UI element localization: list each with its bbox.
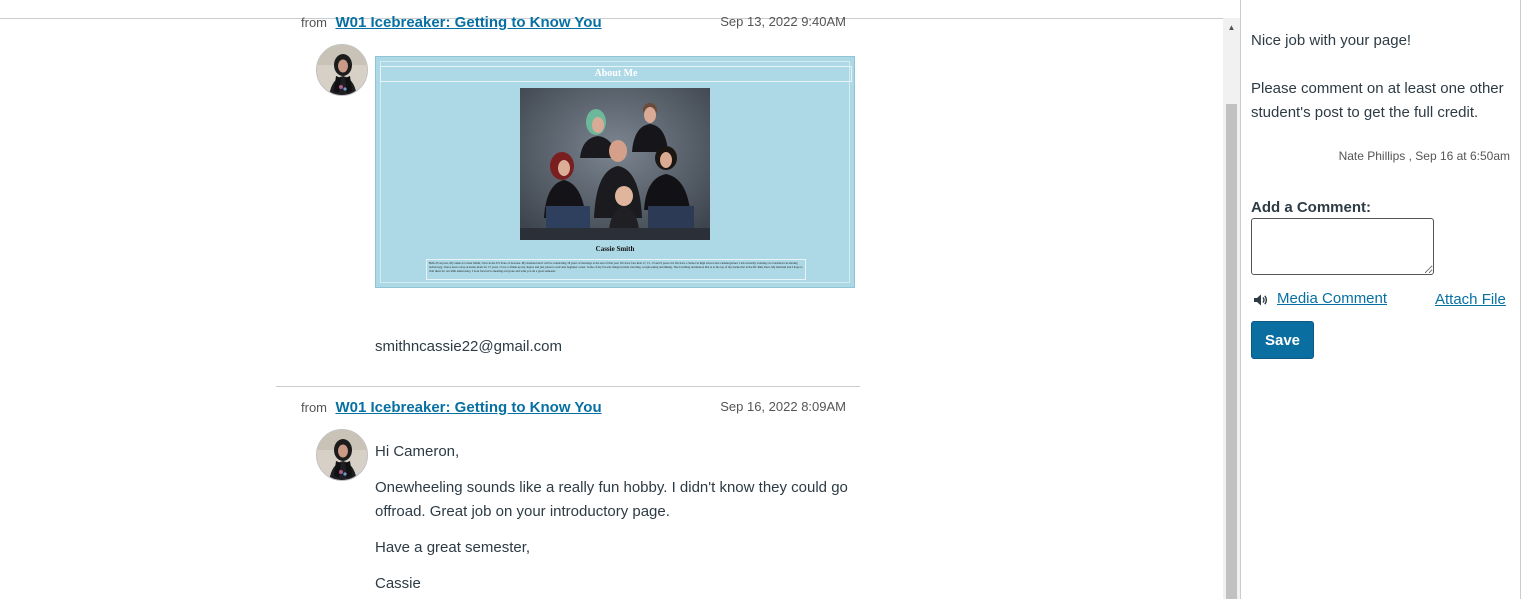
save-button[interactable]: Save (1251, 321, 1314, 359)
media-comment-link[interactable]: Media Comment (1277, 290, 1387, 307)
entry-date: Sep 16, 2022 8:09AM (720, 399, 846, 414)
scroll-up-arrow-icon[interactable]: ▲ (1226, 22, 1237, 34)
avatar[interactable] (316, 44, 368, 96)
add-comment-label: Add a Comment: (1251, 199, 1371, 216)
speaker-icon (1254, 294, 1268, 306)
topic-link[interactable]: W01 Icebreaker: Getting to Know You (335, 399, 601, 416)
about-card-bio: Hello Everyone, My name is Cassie Smith,… (426, 259, 806, 280)
entry-header: from W01 Icebreaker: Getting to Know You… (301, 14, 846, 34)
about-card-name: Cassie Smith (595, 245, 635, 253)
panel-right-border (1520, 0, 1521, 599)
from-label: from (301, 400, 327, 415)
entry-email: smithncassie22@gmail.com (375, 338, 562, 355)
message-paragraph: Cassie (375, 575, 421, 592)
entry-date: Sep 13, 2022 9:40AM (720, 14, 846, 29)
message-paragraph: Hi Cameron, (375, 443, 460, 460)
message-paragraph: Onewheeling sounds like a really fun hob… (375, 479, 848, 520)
about-me-card: About Me Cassie Smith Hello Everyone, My… (375, 56, 855, 288)
comment-textarea[interactable] (1251, 218, 1434, 275)
scrollbar-thumb[interactable] (1226, 104, 1237, 599)
topic-link[interactable]: W01 Icebreaker: Getting to Know You (335, 14, 601, 31)
message-paragraph: Have a great semester, (375, 539, 531, 556)
from-label: from (301, 15, 327, 30)
avatar[interactable] (316, 429, 368, 481)
comment-author: Nate Phillips , Sep 16 at 6:50am (1338, 149, 1510, 163)
comment-text: Please comment on at least one other stu… (1251, 80, 1504, 121)
about-card-title: About Me (380, 66, 852, 82)
comment-text: Nice job with your page! (1251, 32, 1412, 49)
entry-divider (276, 386, 860, 387)
attach-file-link[interactable]: Attach File (1435, 291, 1506, 308)
entry-header: from W01 Icebreaker: Getting to Know You… (301, 399, 846, 419)
family-photo (520, 88, 710, 240)
